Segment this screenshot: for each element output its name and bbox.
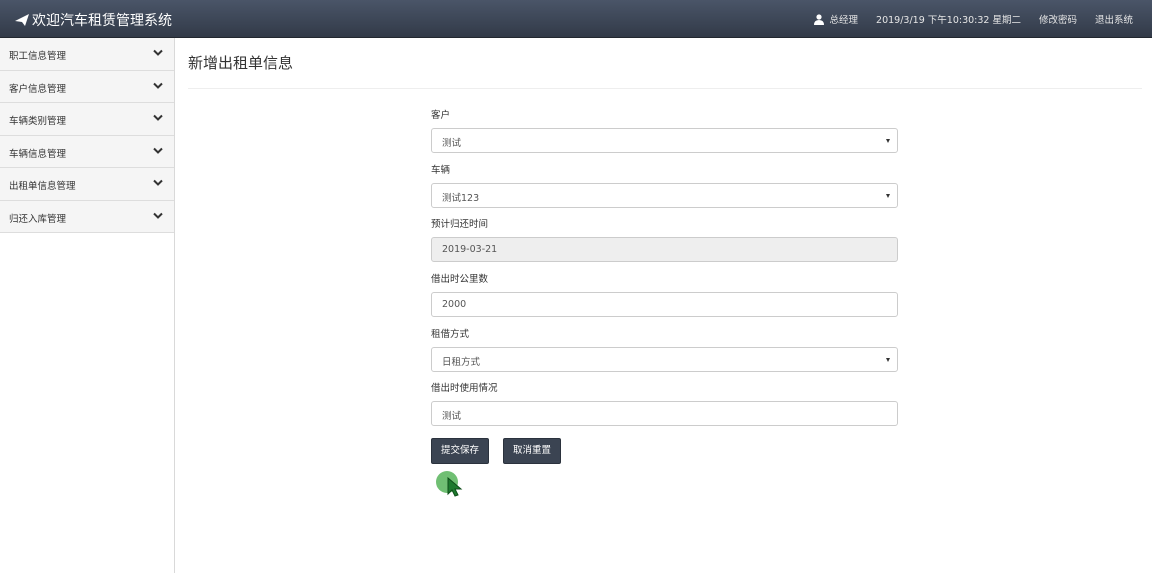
vehicle-label: 车辆: [431, 164, 451, 176]
vehicle-select[interactable]: 测试123: [431, 182, 898, 208]
sidebar-item-label: 车辆信息管理: [9, 148, 67, 160]
caret-down-icon: [886, 139, 890, 143]
sidebar-item-customers[interactable]: 客户信息管理: [0, 70, 174, 103]
usage-input[interactable]: 测试: [431, 401, 898, 427]
return-time-label: 预计归还时间: [431, 219, 489, 231]
logout-link[interactable]: 退出系统: [1095, 12, 1133, 26]
caret-down-icon: [886, 357, 890, 362]
user-name: 总经理: [829, 15, 859, 26]
rent-type-label: 租借方式: [431, 328, 470, 340]
reset-button[interactable]: 取消重置: [503, 438, 562, 464]
page-title: 新增出租单信息: [188, 54, 294, 72]
rent-type-value: 日租方式: [442, 356, 481, 368]
sidebar-item-vehicles[interactable]: 车辆信息管理: [0, 135, 174, 168]
brand[interactable]: 欢迎汽车租赁管理系统: [14, 10, 172, 30]
sidebar-item-label: 客户信息管理: [9, 83, 67, 95]
customer-value: 测试: [442, 138, 462, 149]
mileage-label: 借出时公里数: [431, 274, 489, 286]
submit-button[interactable]: 提交保存: [431, 438, 490, 464]
sidebar-item-rentals[interactable]: 出租单信息管理: [0, 168, 174, 201]
app-title: 欢迎汽车租赁管理系统: [32, 13, 172, 29]
sidebar-item-vehicle-types[interactable]: 车辆类别管理: [0, 103, 174, 136]
mileage-value: 2000: [442, 299, 467, 311]
datetime: 2019/3/19 下午10:30:32 星期二: [876, 15, 1021, 26]
chevron-down-icon: [153, 49, 163, 56]
sidebar: 职工信息管理 客户信息管理 车辆类别管理 车辆信息管理 出租单信息管理 归还入库…: [0, 38, 175, 573]
chevron-down-icon: [153, 82, 163, 89]
user-icon: [813, 13, 824, 25]
rental-form: 客户 测试 车辆 测试123 预计归还时间 2019-03-21 借出时公里数 …: [431, 108, 898, 436]
paper-plane-icon: [15, 14, 29, 26]
sidebar-item-label: 职工信息管理: [9, 51, 67, 62]
sidebar-item-returns[interactable]: 归还入库管理: [0, 200, 174, 233]
vehicle-value: 测试123: [442, 192, 480, 204]
chevron-down-icon: [153, 212, 163, 219]
cursor-arrow-icon: [447, 477, 463, 497]
rent-type-select[interactable]: 日租方式: [431, 346, 898, 372]
usage-label: 借出时使用情况: [431, 383, 498, 395]
divider: [188, 88, 1142, 89]
change-password-link[interactable]: 修改密码: [1039, 12, 1077, 26]
sidebar-item-label: 车辆类别管理: [9, 116, 67, 127]
sidebar-item-label: 归还入库管理: [9, 213, 67, 225]
sidebar-item-label: 出租单信息管理: [9, 181, 76, 192]
caret-down-icon: [886, 193, 890, 198]
return-time-value: 2019-03-21: [442, 244, 498, 256]
sidebar-item-staff[interactable]: 职工信息管理: [0, 38, 174, 71]
top-navbar: 欢迎汽车租赁管理系统 总经理 2019/3/19 下午10:30:32 星期二 …: [0, 0, 1152, 38]
chevron-down-icon: [153, 114, 163, 121]
customer-select[interactable]: 测试: [431, 128, 898, 153]
chevron-down-icon: [153, 179, 163, 186]
usage-value: 测试: [442, 411, 462, 423]
return-time-field[interactable]: 2019-03-21: [431, 237, 898, 263]
customer-label: 客户: [431, 110, 451, 121]
user-menu[interactable]: 总经理: [813, 12, 859, 26]
chevron-down-icon: [153, 147, 163, 154]
mileage-input[interactable]: 2000: [431, 292, 898, 318]
